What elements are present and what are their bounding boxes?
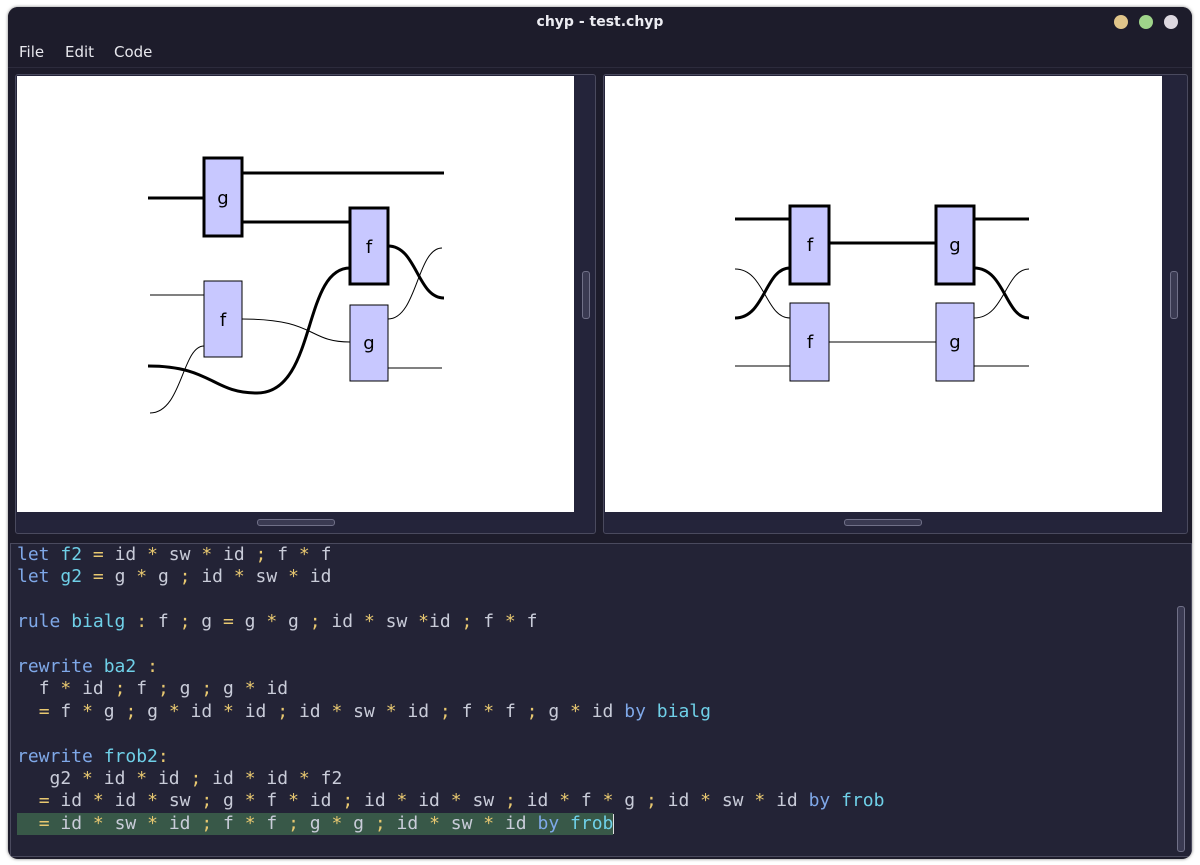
- right-string-diagram: f g f g: [734, 204, 1030, 382]
- title-bar: chyp - test.chyp: [8, 7, 1192, 37]
- box-label: g: [363, 333, 374, 354]
- code-editor[interactable]: let f2 = id * sw * id ; f * f let g2 = g …: [10, 543, 1192, 857]
- box-label: f: [807, 332, 814, 353]
- menu-bar: File Edit Code: [8, 37, 1192, 68]
- left-diagram-pane: g f f g: [15, 74, 596, 534]
- right-diagram-pane: f g f g: [603, 74, 1188, 534]
- minimize-button[interactable]: [1114, 15, 1128, 29]
- box-label: f: [220, 310, 227, 331]
- wire: [973, 266, 1030, 320]
- code-text[interactable]: let f2 = id * sw * id ; f * f let g2 = g …: [17, 544, 885, 836]
- code-line[interactable]: rewrite frob2:: [17, 746, 884, 768]
- box-label: f: [366, 237, 373, 258]
- wire: [734, 266, 791, 320]
- menu-file[interactable]: File: [19, 43, 44, 61]
- maximize-button[interactable]: [1139, 15, 1153, 29]
- wire: [147, 266, 351, 395]
- box-label: g: [217, 188, 228, 209]
- box-label: f: [807, 235, 814, 256]
- right-pane-horizontal-scrollbar[interactable]: [844, 519, 922, 526]
- menu-edit[interactable]: Edit: [65, 43, 94, 61]
- window-title: chyp - test.chyp: [536, 14, 664, 30]
- right-pane-vertical-scrollbar[interactable]: [1170, 271, 1178, 319]
- code-line[interactable]: let g2 = g * g ; id * sw * id: [17, 566, 884, 588]
- code-line[interactable]: rewrite ba2 :: [17, 656, 884, 678]
- left-pane-vertical-scrollbar[interactable]: [582, 271, 590, 319]
- menu-code[interactable]: Code: [114, 43, 152, 61]
- box-label: g: [949, 332, 960, 353]
- code-line[interactable]: rule bialg : f ; g = g * g ; id * sw *id…: [17, 611, 884, 633]
- left-string-diagram: g f f g: [147, 156, 445, 414]
- code-line[interactable]: [17, 634, 884, 656]
- close-button[interactable]: [1164, 15, 1178, 29]
- text-cursor: [613, 813, 615, 834]
- editor-vertical-scrollbar[interactable]: [1177, 606, 1185, 852]
- code-line[interactable]: [17, 723, 884, 745]
- app-window: chyp - test.chyp File Edit Code g f f g …: [8, 7, 1192, 859]
- code-line[interactable]: = id * id * sw ; g * f * id ; id * id * …: [17, 790, 885, 812]
- code-line[interactable]: = id * sw * id ; f * f ; g * g ; id * sw…: [17, 812, 884, 836]
- code-line[interactable]: [17, 589, 884, 611]
- box-label: g: [949, 235, 960, 256]
- code-line[interactable]: f * id ; f ; g ; g * id: [17, 678, 884, 700]
- left-diagram-canvas[interactable]: g f f g: [17, 76, 574, 512]
- wire: [241, 318, 351, 343]
- code-line[interactable]: g2 * id * id ; id * id * f2: [17, 768, 884, 790]
- wire: [387, 244, 445, 300]
- wire: [387, 247, 443, 320]
- code-line[interactable]: let f2 = id * sw * id ; f * f: [17, 544, 884, 566]
- wire: [973, 268, 1030, 319]
- code-line[interactable]: = f * g ; g * id * id ; id * sw * id ; f…: [17, 701, 884, 723]
- left-pane-horizontal-scrollbar[interactable]: [257, 519, 335, 526]
- right-diagram-canvas[interactable]: f g f g: [605, 76, 1162, 512]
- wire: [149, 345, 205, 414]
